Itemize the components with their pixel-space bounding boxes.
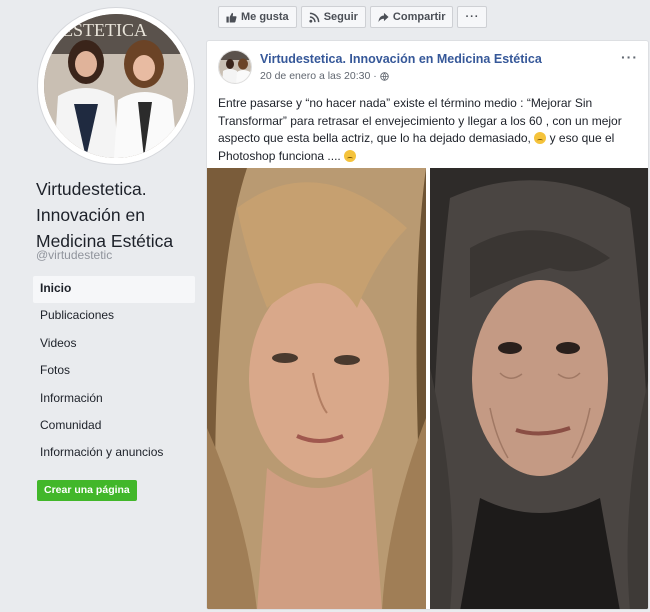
nav-item-fotos[interactable]: Fotos <box>33 358 195 385</box>
post-text-line: aspecto que esta bella actriz, que lo ha… <box>218 130 638 148</box>
post-message: Entre pasarse y “no hacer nada” existe e… <box>218 95 638 165</box>
follow-button[interactable]: Seguir <box>300 6 366 28</box>
profile-photo-image: ESTETICA <box>44 14 188 158</box>
post-photo-young-woman[interactable] <box>207 168 427 609</box>
clinic-logo-text: ESTETICA <box>62 20 147 40</box>
post-text-line: Entre pasarse y “no hacer nada” existe e… <box>218 96 593 110</box>
post-text-segment: y eso que el <box>549 131 615 145</box>
page-title-line: Virtudestetica. <box>36 179 147 199</box>
share-label: Compartir <box>392 11 446 23</box>
page-nav: Inicio Publicaciones Videos Fotos Inform… <box>33 276 195 468</box>
post-timestamp[interactable]: 20 de enero a las 20:30 · <box>260 70 377 82</box>
like-button[interactable]: Me gusta <box>218 6 297 28</box>
post-text-line: Photoshop funciona .... <box>218 148 638 166</box>
winking-tongue-face-icon <box>344 149 357 162</box>
page-action-bar: Me gusta Seguir Compartir ··· <box>218 6 488 28</box>
share-arrow-icon <box>378 12 389 22</box>
thumbs-up-icon <box>226 12 237 23</box>
profile-photo: ESTETICA <box>44 14 188 158</box>
profile-picture[interactable]: ESTETICA <box>38 8 194 164</box>
globe-icon <box>380 71 389 81</box>
nav-item-publicaciones[interactable]: Publicaciones <box>33 303 195 330</box>
nav-item-informacion-anuncios[interactable]: Información y anuncios <box>33 440 195 467</box>
more-options-button[interactable]: ··· <box>457 6 488 28</box>
disappointed-face-icon <box>534 132 547 144</box>
page-sidebar: ESTETICA Virtudestetica. Innovación en M… <box>0 0 205 612</box>
post-text-segment: aspecto que esta bella actriz, que lo ha… <box>218 131 531 145</box>
rss-follow-icon <box>309 12 320 23</box>
nav-item-inicio[interactable]: Inicio <box>33 276 195 304</box>
create-page-button[interactable]: Crear una página <box>37 480 137 501</box>
post-text-line: Transformar” para retrasar el envejecimi… <box>218 113 622 128</box>
page-title-line: Innovación en <box>36 205 145 225</box>
post-photo-older-woman[interactable] <box>430 168 648 609</box>
post-photo-collage[interactable] <box>207 168 648 609</box>
avatar-image <box>219 51 251 83</box>
nav-item-comunidad[interactable]: Comunidad <box>33 413 195 440</box>
post-text-segment: Photoshop funciona .... <box>218 148 341 163</box>
share-button[interactable]: Compartir <box>369 6 454 28</box>
post-meta: 20 de enero a las 20:30 · <box>260 70 389 82</box>
young-woman-portrait <box>207 168 426 609</box>
post-card: Virtudestetica. Innovación en Medicina E… <box>206 40 649 610</box>
nav-item-videos[interactable]: Videos <box>33 331 195 358</box>
post-author-avatar[interactable] <box>218 50 252 84</box>
page-handle[interactable]: @virtudestetic <box>36 248 112 262</box>
post-author-name[interactable]: Virtudestetica. Innovación en Medicina E… <box>260 52 542 66</box>
like-label: Me gusta <box>241 11 289 23</box>
follow-label: Seguir <box>323 11 358 23</box>
post-options-button[interactable]: ··· <box>621 49 638 65</box>
page-title[interactable]: Virtudestetica. Innovación en Medicina E… <box>36 176 201 254</box>
older-woman-portrait <box>430 168 648 609</box>
nav-item-informacion[interactable]: Información <box>33 386 195 413</box>
